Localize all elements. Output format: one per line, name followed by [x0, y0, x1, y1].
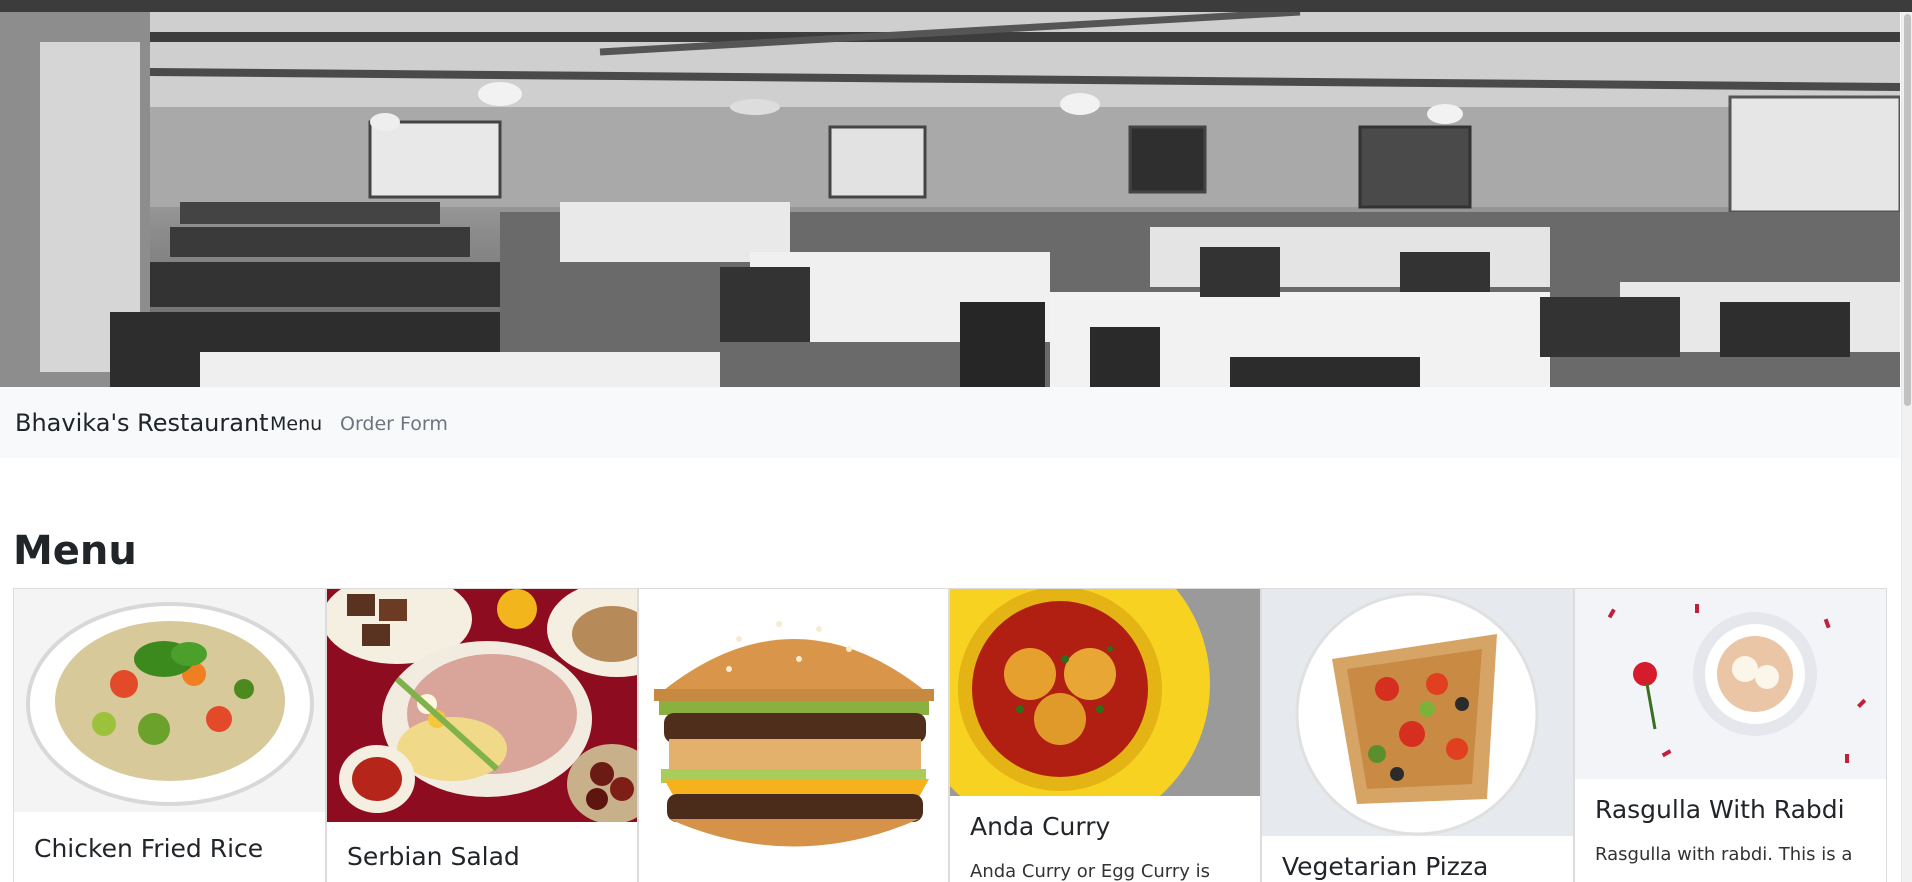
serbian-salad-image — [327, 589, 637, 822]
browser-top-bar — [0, 0, 1912, 12]
navbar: Bhavika's Restaurant Menu Order Form — [0, 387, 1900, 458]
menu-card-chicken-fried-rice[interactable]: Chicken Fried Rice — [13, 588, 326, 882]
menu-card-anda-curry[interactable]: Anda Curry Anda Curry or Egg Curry is — [949, 588, 1261, 882]
chicken-fried-rice-image — [14, 589, 325, 812]
card-title: Serbian Salad — [347, 842, 520, 871]
menu-card-burger[interactable] — [638, 588, 949, 882]
card-text: Anda Curry or Egg Curry is — [970, 861, 1211, 882]
vegetarian-pizza-image — [1262, 589, 1573, 836]
scrollbar-thumb[interactable] — [1904, 14, 1911, 406]
nav-link-menu[interactable]: Menu — [270, 413, 322, 435]
card-title: Chicken Fried Rice — [34, 834, 264, 863]
card-title: Vegetarian Pizza — [1282, 852, 1489, 881]
menu-card-vegetarian-pizza[interactable]: Vegetarian Pizza — [1261, 588, 1574, 882]
brand-link[interactable]: Bhavika's Restaurant — [15, 409, 269, 437]
page-scrollbar[interactable] — [1901, 12, 1912, 882]
burger-image — [639, 589, 948, 871]
menu-card-rasgulla-with-rabdi[interactable]: Rasgulla With Rabdi Rasgulla with rabdi.… — [1574, 588, 1887, 882]
menu-heading: Menu — [13, 528, 137, 574]
menu-card-serbian-salad[interactable]: Serbian Salad — [326, 588, 638, 882]
card-title: Anda Curry — [970, 812, 1111, 841]
card-text: Rasgulla with rabdi. This is a — [1595, 844, 1853, 865]
hero-restaurant-image — [0, 12, 1900, 387]
anda-curry-image — [950, 589, 1260, 796]
card-title: Rasgulla With Rabdi — [1595, 795, 1845, 824]
rasgulla-image — [1575, 589, 1886, 779]
nav-link-order-form[interactable]: Order Form — [340, 413, 448, 435]
